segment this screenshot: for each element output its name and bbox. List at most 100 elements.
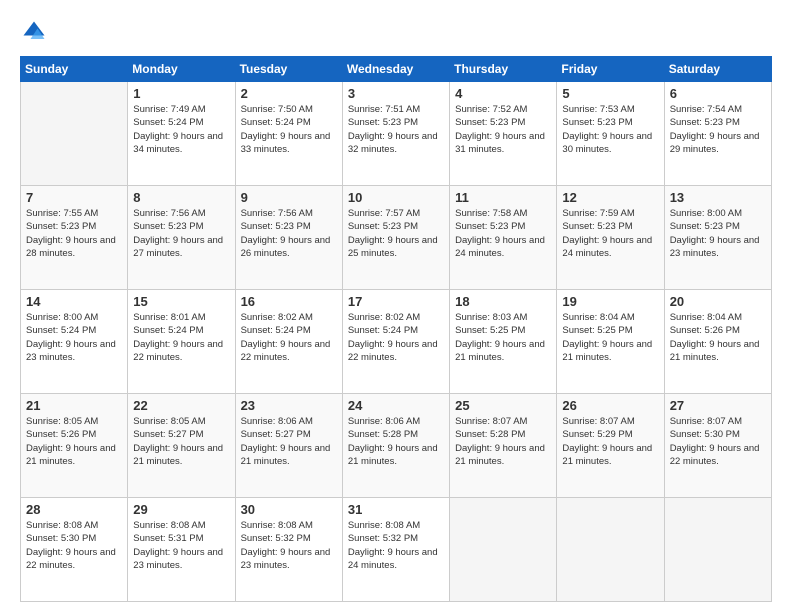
week-row-5: 28 Sunrise: 8:08 AMSunset: 5:30 PMDayligh… xyxy=(21,498,772,602)
day-number: 7 xyxy=(26,190,122,205)
day-info: Sunrise: 8:08 AMSunset: 5:32 PMDaylight:… xyxy=(348,519,444,572)
day-number: 2 xyxy=(241,86,337,101)
calendar-cell-2-2: 16Sunrise: 8:02 AMSunset: 5:24 PMDayligh… xyxy=(235,290,342,394)
calendar-cell-3-0: 21Sunrise: 8:05 AMSunset: 5:26 PMDayligh… xyxy=(21,394,128,498)
calendar-cell-2-4: 18 Sunrise: 8:03 AMSunset: 5:25 PMDayligh… xyxy=(450,290,557,394)
day-info: Sunrise: 7:51 AMSunset: 5:23 PMDaylight:… xyxy=(348,103,444,156)
day-number: 18 xyxy=(455,294,551,309)
calendar-cell-0-1: 1 Sunrise: 7:49 AMSunset: 5:24 PMDaylight… xyxy=(128,82,235,186)
day-number: 25 xyxy=(455,398,551,413)
day-number: 30 xyxy=(241,502,337,517)
calendar-cell-0-3: 3 Sunrise: 7:51 AMSunset: 5:23 PMDaylight… xyxy=(342,82,449,186)
day-info: Sunrise: 8:07 AMSunset: 5:28 PMDaylight:… xyxy=(455,415,551,468)
day-number: 8 xyxy=(133,190,229,205)
weekday-header-wednesday: Wednesday xyxy=(342,57,449,82)
day-info: Sunrise: 7:50 AMSunset: 5:24 PMDaylight:… xyxy=(241,103,337,156)
day-info: Sunrise: 7:55 AMSunset: 5:23 PMDaylight:… xyxy=(26,207,122,260)
day-number: 31 xyxy=(348,502,444,517)
day-number: 26 xyxy=(562,398,658,413)
calendar-table: SundayMondayTuesdayWednesdayThursdayFrid… xyxy=(20,56,772,602)
calendar-cell-1-1: 8 Sunrise: 7:56 AMSunset: 5:23 PMDaylight… xyxy=(128,186,235,290)
calendar-cell-0-0 xyxy=(21,82,128,186)
calendar-cell-3-4: 25 Sunrise: 8:07 AMSunset: 5:28 PMDayligh… xyxy=(450,394,557,498)
day-info: Sunrise: 7:56 AMSunset: 5:23 PMDaylight:… xyxy=(241,207,337,260)
calendar-cell-3-5: 26 Sunrise: 8:07 AMSunset: 5:29 PMDayligh… xyxy=(557,394,664,498)
weekday-header-saturday: Saturday xyxy=(664,57,771,82)
day-number: 1 xyxy=(133,86,229,101)
day-number: 6 xyxy=(670,86,766,101)
day-number: 28 xyxy=(26,502,122,517)
day-info: Sunrise: 7:54 AMSunset: 5:23 PMDaylight:… xyxy=(670,103,766,156)
day-info: Sunrise: 8:06 AMSunset: 5:27 PMDaylight:… xyxy=(241,415,337,468)
logo-icon xyxy=(20,18,48,46)
day-number: 14 xyxy=(26,294,122,309)
day-number: 3 xyxy=(348,86,444,101)
calendar-cell-3-6: 27 Sunrise: 8:07 AMSunset: 5:30 PMDayligh… xyxy=(664,394,771,498)
calendar-cell-2-5: 19 Sunrise: 8:04 AMSunset: 5:25 PMDayligh… xyxy=(557,290,664,394)
day-info: Sunrise: 8:07 AMSunset: 5:29 PMDaylight:… xyxy=(562,415,658,468)
day-info: Sunrise: 8:05 AMSunset: 5:26 PMDaylight:… xyxy=(26,415,122,468)
day-info: Sunrise: 8:08 AMSunset: 5:30 PMDaylight:… xyxy=(26,519,122,572)
calendar-cell-0-4: 4 Sunrise: 7:52 AMSunset: 5:23 PMDaylight… xyxy=(450,82,557,186)
calendar-cell-1-0: 7 Sunrise: 7:55 AMSunset: 5:23 PMDaylight… xyxy=(21,186,128,290)
calendar-cell-1-2: 9 Sunrise: 7:56 AMSunset: 5:23 PMDaylight… xyxy=(235,186,342,290)
header xyxy=(20,18,772,46)
day-info: Sunrise: 8:00 AMSunset: 5:24 PMDaylight:… xyxy=(26,311,122,364)
calendar-cell-4-2: 30 Sunrise: 8:08 AMSunset: 5:32 PMDayligh… xyxy=(235,498,342,602)
day-info: Sunrise: 7:52 AMSunset: 5:23 PMDaylight:… xyxy=(455,103,551,156)
day-number: 19 xyxy=(562,294,658,309)
day-info: Sunrise: 7:56 AMSunset: 5:23 PMDaylight:… xyxy=(133,207,229,260)
weekday-header-row: SundayMondayTuesdayWednesdayThursdayFrid… xyxy=(21,57,772,82)
weekday-header-sunday: Sunday xyxy=(21,57,128,82)
day-number: 24 xyxy=(348,398,444,413)
day-info: Sunrise: 7:57 AMSunset: 5:23 PMDaylight:… xyxy=(348,207,444,260)
calendar-cell-4-5 xyxy=(557,498,664,602)
calendar-cell-2-6: 20 Sunrise: 8:04 AMSunset: 5:26 PMDayligh… xyxy=(664,290,771,394)
week-row-1: 1 Sunrise: 7:49 AMSunset: 5:24 PMDaylight… xyxy=(21,82,772,186)
week-row-2: 7 Sunrise: 7:55 AMSunset: 5:23 PMDaylight… xyxy=(21,186,772,290)
calendar-cell-0-5: 5 Sunrise: 7:53 AMSunset: 5:23 PMDaylight… xyxy=(557,82,664,186)
day-number: 12 xyxy=(562,190,658,205)
day-number: 20 xyxy=(670,294,766,309)
week-row-4: 21Sunrise: 8:05 AMSunset: 5:26 PMDayligh… xyxy=(21,394,772,498)
calendar-cell-0-6: 6 Sunrise: 7:54 AMSunset: 5:23 PMDaylight… xyxy=(664,82,771,186)
day-info: Sunrise: 8:03 AMSunset: 5:25 PMDaylight:… xyxy=(455,311,551,364)
day-info: Sunrise: 8:04 AMSunset: 5:26 PMDaylight:… xyxy=(670,311,766,364)
calendar-cell-4-4 xyxy=(450,498,557,602)
day-info: Sunrise: 8:05 AMSunset: 5:27 PMDaylight:… xyxy=(133,415,229,468)
logo xyxy=(20,18,52,46)
day-info: Sunrise: 8:00 AMSunset: 5:23 PMDaylight:… xyxy=(670,207,766,260)
calendar-cell-4-3: 31 Sunrise: 8:08 AMSunset: 5:32 PMDayligh… xyxy=(342,498,449,602)
day-info: Sunrise: 7:59 AMSunset: 5:23 PMDaylight:… xyxy=(562,207,658,260)
day-number: 22 xyxy=(133,398,229,413)
calendar-cell-4-0: 28 Sunrise: 8:08 AMSunset: 5:30 PMDayligh… xyxy=(21,498,128,602)
calendar-cell-1-3: 10Sunrise: 7:57 AMSunset: 5:23 PMDayligh… xyxy=(342,186,449,290)
day-info: Sunrise: 8:01 AMSunset: 5:24 PMDaylight:… xyxy=(133,311,229,364)
day-info: Sunrise: 8:02 AMSunset: 5:24 PMDaylight:… xyxy=(241,311,337,364)
calendar-cell-2-1: 15Sunrise: 8:01 AMSunset: 5:24 PMDayligh… xyxy=(128,290,235,394)
weekday-header-friday: Friday xyxy=(557,57,664,82)
weekday-header-tuesday: Tuesday xyxy=(235,57,342,82)
day-info: Sunrise: 8:08 AMSunset: 5:31 PMDaylight:… xyxy=(133,519,229,572)
calendar-cell-4-1: 29 Sunrise: 8:08 AMSunset: 5:31 PMDayligh… xyxy=(128,498,235,602)
day-number: 9 xyxy=(241,190,337,205)
day-info: Sunrise: 8:07 AMSunset: 5:30 PMDaylight:… xyxy=(670,415,766,468)
calendar-cell-1-6: 13 Sunrise: 8:00 AMSunset: 5:23 PMDayligh… xyxy=(664,186,771,290)
day-info: Sunrise: 7:58 AMSunset: 5:23 PMDaylight:… xyxy=(455,207,551,260)
calendar-cell-4-6 xyxy=(664,498,771,602)
day-number: 27 xyxy=(670,398,766,413)
day-info: Sunrise: 7:49 AMSunset: 5:24 PMDaylight:… xyxy=(133,103,229,156)
day-number: 29 xyxy=(133,502,229,517)
day-number: 13 xyxy=(670,190,766,205)
calendar-cell-2-0: 14 Sunrise: 8:00 AMSunset: 5:24 PMDayligh… xyxy=(21,290,128,394)
weekday-header-monday: Monday xyxy=(128,57,235,82)
day-info: Sunrise: 8:08 AMSunset: 5:32 PMDaylight:… xyxy=(241,519,337,572)
day-info: Sunrise: 8:06 AMSunset: 5:28 PMDaylight:… xyxy=(348,415,444,468)
day-info: Sunrise: 8:04 AMSunset: 5:25 PMDaylight:… xyxy=(562,311,658,364)
calendar-cell-2-3: 17Sunrise: 8:02 AMSunset: 5:24 PMDayligh… xyxy=(342,290,449,394)
calendar-cell-1-5: 12 Sunrise: 7:59 AMSunset: 5:23 PMDayligh… xyxy=(557,186,664,290)
day-info: Sunrise: 7:53 AMSunset: 5:23 PMDaylight:… xyxy=(562,103,658,156)
day-number: 5 xyxy=(562,86,658,101)
day-number: 23 xyxy=(241,398,337,413)
day-number: 4 xyxy=(455,86,551,101)
